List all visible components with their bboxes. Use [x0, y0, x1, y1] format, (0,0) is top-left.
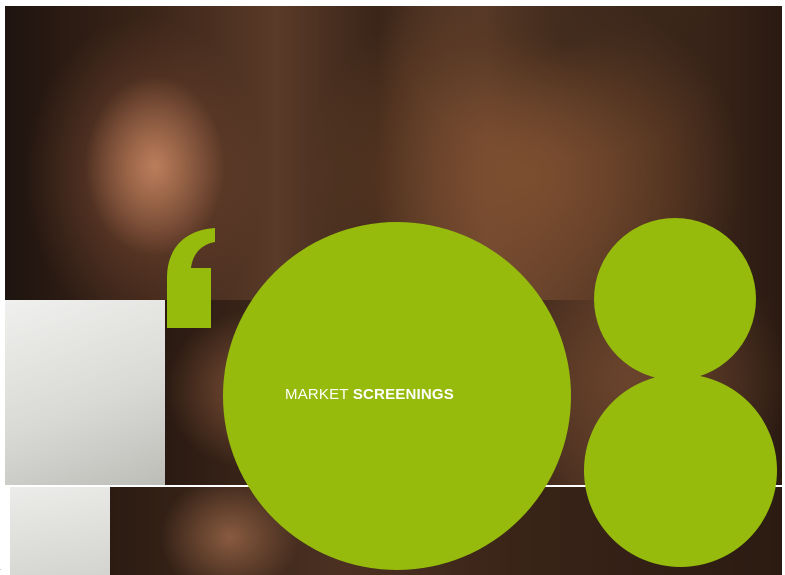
page-mark: . — [0, 566, 2, 572]
brochure-page: MARKET SCREENINGS . — [0, 0, 785, 575]
figure-eight-lower-circle — [584, 374, 777, 567]
section-title-bold: SCREENINGS — [352, 386, 454, 403]
opening-quote-icon — [167, 228, 215, 328]
figure-eight-icon — [594, 218, 756, 380]
film-still-light-panel-bottom — [10, 487, 110, 575]
section-title-light: MARKET — [285, 386, 349, 403]
film-still-light-panel — [5, 300, 165, 485]
section-title: MARKET SCREENINGS — [285, 386, 454, 403]
